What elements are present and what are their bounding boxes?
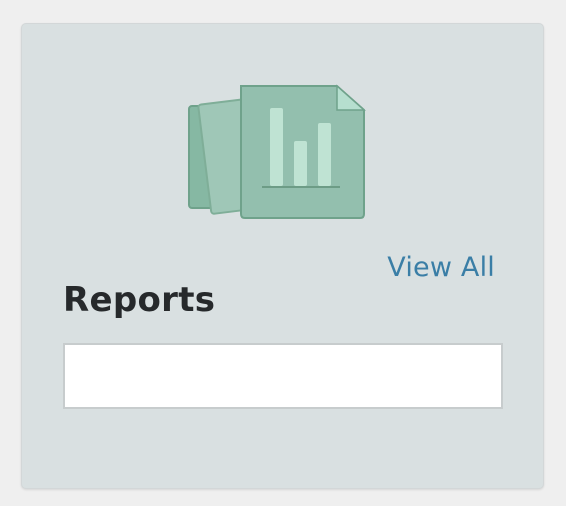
view-all-link[interactable]: View All	[387, 252, 495, 283]
reports-card: View All Reports	[21, 23, 544, 489]
bar-3	[318, 123, 331, 186]
bar-2	[294, 141, 307, 186]
reports-illustration-icon	[188, 84, 366, 219]
folded-corner-shape	[336, 84, 366, 111]
reports-input-field[interactable]	[63, 343, 503, 409]
bar-1	[270, 108, 283, 186]
card-title: Reports	[63, 280, 216, 320]
